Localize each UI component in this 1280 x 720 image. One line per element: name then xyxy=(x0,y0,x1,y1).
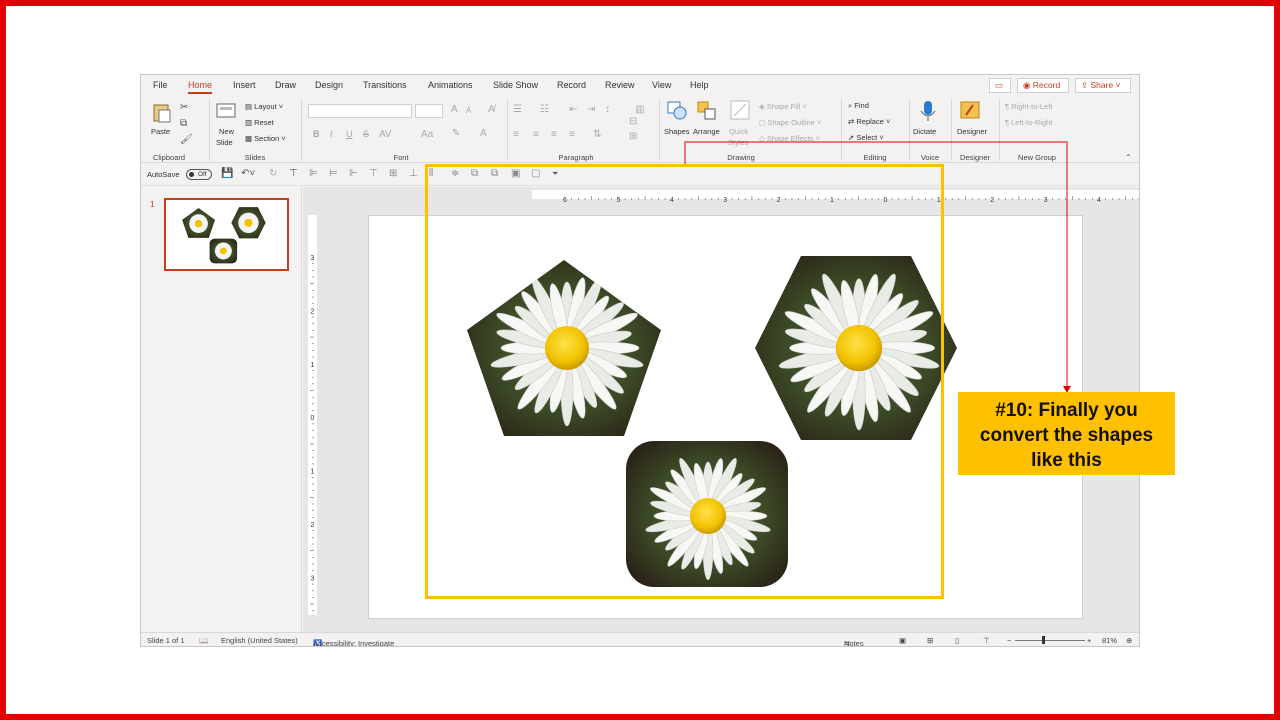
callout-line-2: convert the shapes xyxy=(979,425,1154,446)
red-connector-arrow xyxy=(684,141,1071,393)
callout-line-1: #10: Finally you xyxy=(995,400,1138,421)
instruction-callout: #10: Finally you convert the shapes like… xyxy=(958,392,1175,475)
callout-line-3: like this xyxy=(1031,450,1102,471)
